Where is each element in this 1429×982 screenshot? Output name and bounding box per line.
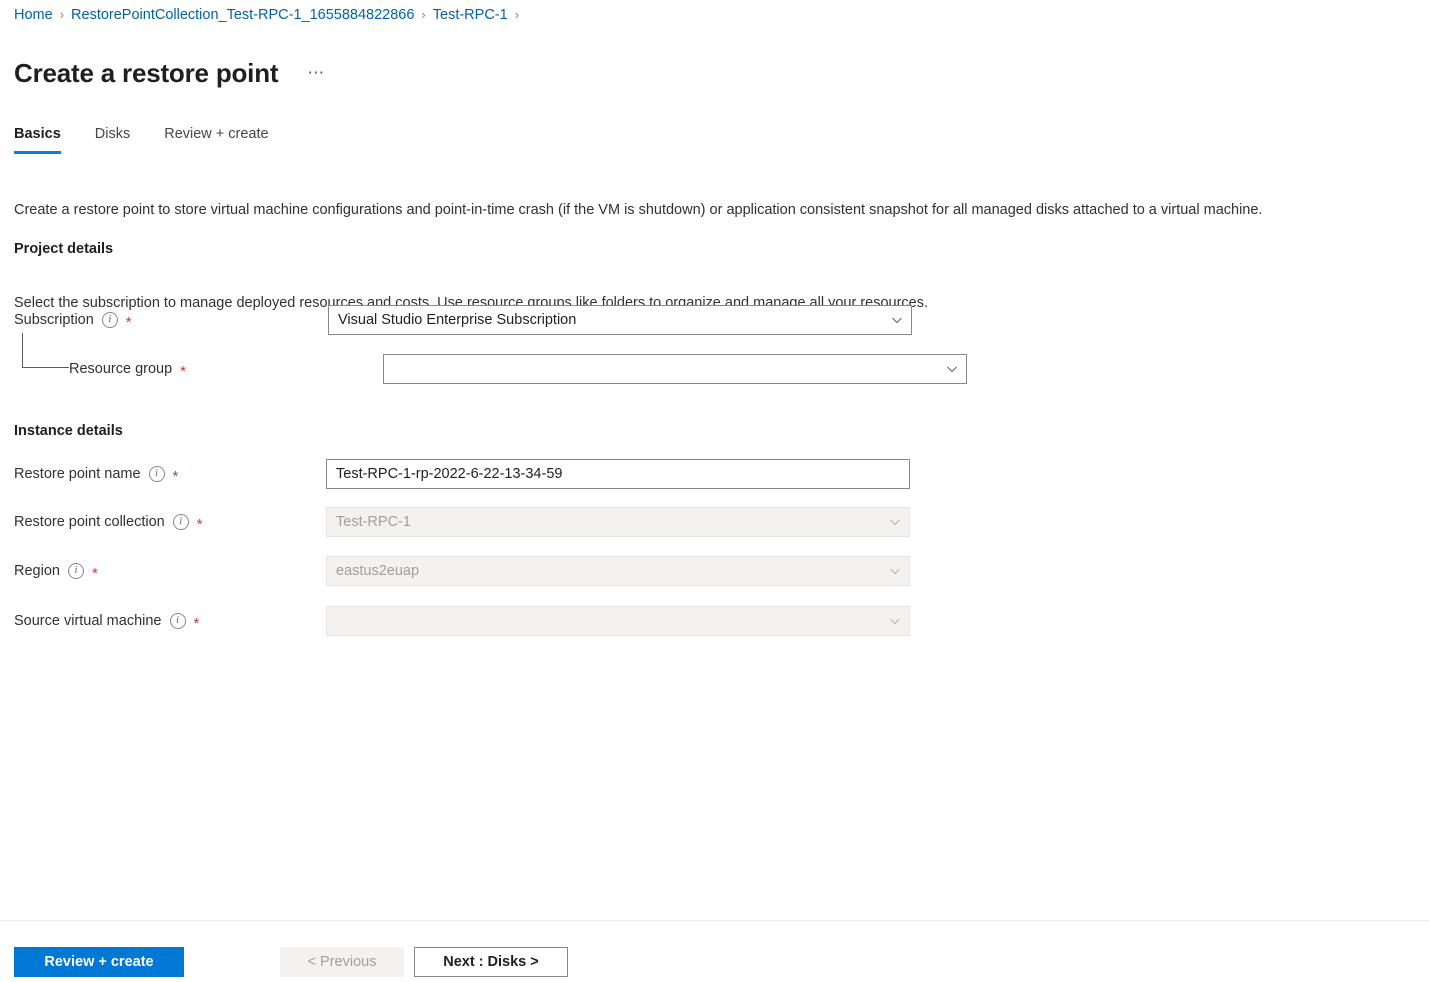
info-icon[interactable]: i bbox=[149, 466, 165, 482]
label-restore-point-name: Restore point name i * bbox=[14, 466, 314, 482]
page-header: Create a restore point ⋯ bbox=[14, 40, 329, 107]
info-icon[interactable]: i bbox=[68, 563, 84, 579]
next-disks-button[interactable]: Next : Disks > bbox=[414, 947, 568, 977]
tab-review-create[interactable]: Review + create bbox=[164, 122, 268, 154]
required-indicator: * bbox=[194, 619, 200, 629]
chevron-down-icon bbox=[889, 615, 901, 627]
required-indicator: * bbox=[180, 367, 186, 377]
label-region: Region i * bbox=[14, 563, 314, 579]
resource-group-dropdown[interactable] bbox=[383, 354, 967, 384]
label-source-virtual-machine-text: Source virtual machine bbox=[14, 613, 162, 629]
region-value: eastus2euap bbox=[336, 563, 883, 579]
subscription-dropdown[interactable]: Visual Studio Enterprise Subscription bbox=[328, 305, 912, 335]
intro-description: Create a restore point to store virtual … bbox=[14, 200, 1419, 220]
chevron-down-icon bbox=[946, 363, 958, 375]
form-row-subscription: Subscription i * Visual Studio Enterpris… bbox=[14, 305, 1414, 335]
required-indicator: * bbox=[197, 520, 203, 530]
wizard-tabs: Basics Disks Review + create bbox=[14, 122, 303, 154]
label-subscription-text: Subscription bbox=[14, 312, 94, 328]
label-restore-point-collection-text: Restore point collection bbox=[14, 514, 165, 530]
breadcrumb-item-home[interactable]: Home bbox=[14, 6, 53, 24]
form-row-restore-point-collection: Restore point collection i * Test-RPC-1 bbox=[14, 507, 1414, 537]
label-restore-point-collection: Restore point collection i * bbox=[14, 514, 314, 530]
more-options-icon[interactable]: ⋯ bbox=[304, 61, 328, 85]
section-heading-instance-details: Instance details bbox=[14, 423, 123, 439]
review-create-button[interactable]: Review + create bbox=[14, 947, 184, 977]
region-dropdown: eastus2euap bbox=[326, 556, 910, 586]
breadcrumb-item-test-rpc-1[interactable]: Test-RPC-1 bbox=[433, 6, 508, 24]
info-icon[interactable]: i bbox=[170, 613, 186, 629]
restore-point-name-input[interactable]: Test-RPC-1-rp-2022-6-22-13-34-59 bbox=[326, 459, 910, 489]
label-restore-point-name-text: Restore point name bbox=[14, 466, 141, 482]
chevron-down-icon bbox=[889, 565, 901, 577]
source-virtual-machine-dropdown bbox=[326, 606, 910, 636]
chevron-down-icon bbox=[889, 516, 901, 528]
label-source-virtual-machine: Source virtual machine i * bbox=[14, 613, 314, 629]
restore-point-collection-dropdown: Test-RPC-1 bbox=[326, 507, 910, 537]
form-row-resource-group: Resource group * bbox=[14, 354, 1414, 384]
breadcrumb-separator-icon: › bbox=[515, 6, 519, 24]
subscription-value: Visual Studio Enterprise Subscription bbox=[338, 312, 885, 328]
breadcrumb: Home › RestorePointCollection_Test-RPC-1… bbox=[14, 6, 526, 24]
required-indicator: * bbox=[173, 472, 179, 482]
required-indicator: * bbox=[92, 569, 98, 579]
breadcrumb-separator-icon: › bbox=[421, 6, 425, 24]
form-row-source-virtual-machine: Source virtual machine i * bbox=[14, 606, 1414, 636]
form-row-restore-point-name: Restore point name i * Test-RPC-1-rp-202… bbox=[14, 459, 1414, 489]
tab-disks[interactable]: Disks bbox=[95, 122, 130, 154]
restore-point-collection-value: Test-RPC-1 bbox=[336, 514, 883, 530]
chevron-down-icon bbox=[891, 314, 903, 326]
breadcrumb-separator-icon: › bbox=[60, 6, 64, 24]
label-region-text: Region bbox=[14, 563, 60, 579]
footer-actions: Review + create < Previous Next : Disks … bbox=[14, 947, 568, 977]
form-row-region: Region i * eastus2euap bbox=[14, 556, 1414, 586]
label-subscription: Subscription i * bbox=[14, 312, 314, 328]
required-indicator: * bbox=[126, 318, 132, 328]
footer-divider bbox=[0, 920, 1429, 921]
section-heading-project-details: Project details bbox=[14, 241, 113, 257]
label-resource-group-text: Resource group bbox=[69, 361, 172, 377]
breadcrumb-item-restore-point-collection[interactable]: RestorePointCollection_Test-RPC-1_165588… bbox=[71, 6, 414, 24]
info-icon[interactable]: i bbox=[173, 514, 189, 530]
label-resource-group: Resource group * bbox=[14, 361, 369, 377]
info-icon[interactable]: i bbox=[102, 312, 118, 328]
tab-basics[interactable]: Basics bbox=[14, 122, 61, 154]
restore-point-name-value: Test-RPC-1-rp-2022-6-22-13-34-59 bbox=[336, 466, 901, 482]
page-title: Create a restore point bbox=[14, 57, 278, 89]
previous-button: < Previous bbox=[280, 947, 404, 977]
